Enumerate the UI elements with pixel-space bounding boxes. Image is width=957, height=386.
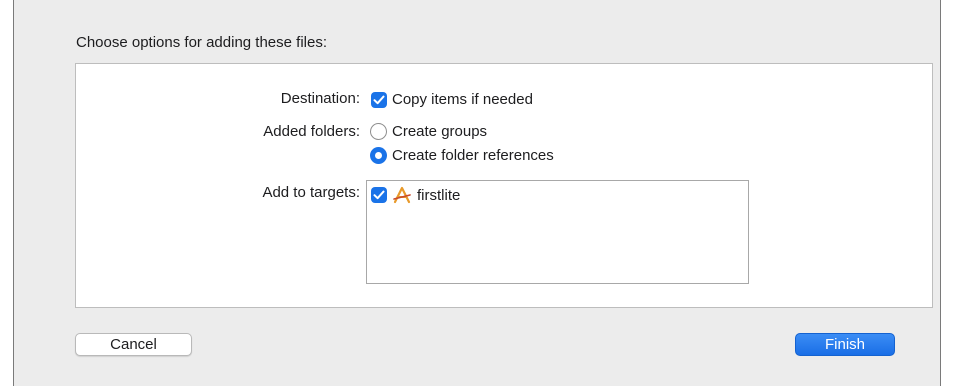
destination-label: Destination: — [280, 90, 360, 107]
create-folder-references-radio[interactable] — [370, 147, 387, 164]
app-target-icon — [393, 186, 411, 204]
checkmark-icon — [373, 95, 385, 104]
copy-items-label: Copy items if needed — [392, 91, 533, 108]
add-files-dialog: Choose options for adding these files: D… — [13, 0, 941, 386]
options-panel: Destination: Copy items if needed Added … — [75, 63, 933, 308]
create-groups-option[interactable]: Create groups — [370, 123, 487, 140]
add-to-targets-label: Add to targets: — [262, 184, 360, 201]
copy-items-checkbox[interactable] — [371, 91, 387, 108]
finish-button[interactable]: Finish — [795, 333, 895, 356]
target-name: firstlite — [417, 186, 461, 204]
create-folder-references-label: Create folder references — [392, 147, 554, 164]
dialog-heading: Choose options for adding these files: — [76, 34, 327, 51]
target-checkbox[interactable] — [371, 187, 387, 203]
radio-dot — [375, 152, 382, 159]
targets-list[interactable]: firstlite — [366, 180, 749, 284]
checkmark-icon — [373, 190, 385, 200]
cancel-button[interactable]: Cancel — [75, 333, 192, 356]
copy-items-option[interactable]: Copy items if needed — [371, 91, 533, 108]
added-folders-label: Added folders: — [263, 123, 360, 140]
target-item-firstlite[interactable]: firstlite — [371, 186, 460, 204]
create-folder-references-option[interactable]: Create folder references — [370, 147, 554, 164]
create-groups-label: Create groups — [392, 123, 488, 140]
create-groups-radio[interactable] — [370, 123, 387, 140]
